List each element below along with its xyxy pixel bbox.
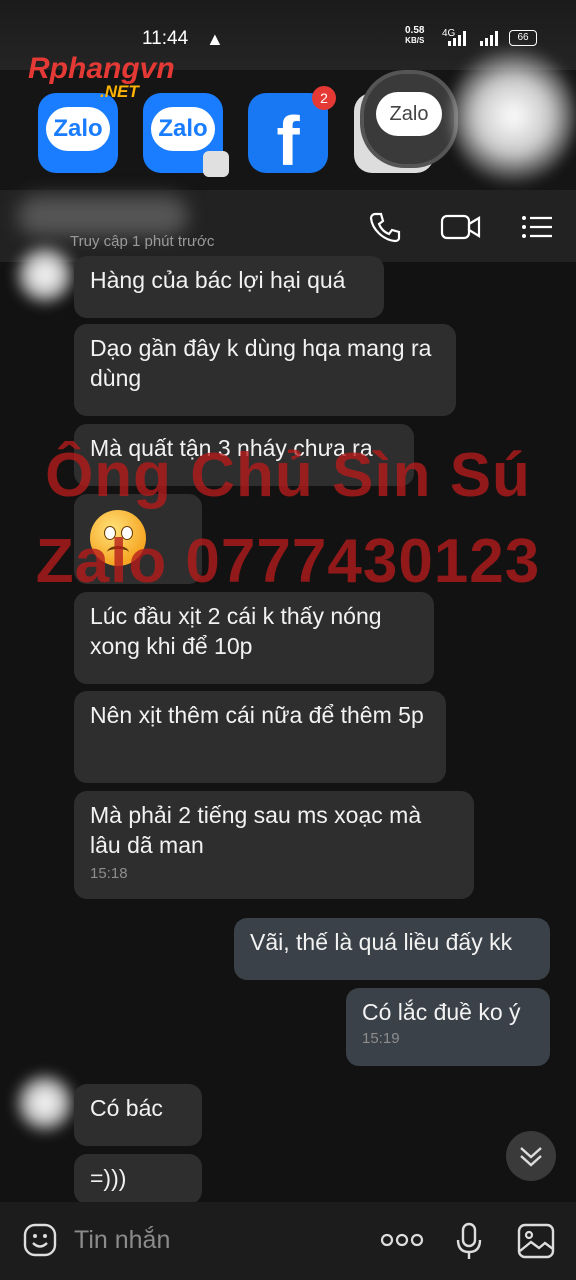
message-bubble-outgoing[interactable]: Vãi, thế là quá liều đấy kk xyxy=(234,918,550,980)
message-text: Có bác xyxy=(90,1095,163,1121)
message-text: Nên xịt thêm cái nữa để thêm 5p xyxy=(90,702,424,728)
message-input[interactable]: Tin nhắn xyxy=(74,1226,170,1255)
message-timestamp: 15:18 xyxy=(90,865,128,882)
sender-avatar[interactable] xyxy=(14,244,76,306)
net-speed-unit: KB/S xyxy=(405,36,425,45)
status-time: 11:44 xyxy=(142,28,189,49)
zalo-app-icon[interactable]: Zalo xyxy=(143,93,229,177)
zalo-app-icon[interactable]: Zalo xyxy=(38,93,118,173)
message-text: Lúc đầu xịt 2 cái k thấy nóng xong khi đ… xyxy=(90,603,382,659)
zalo-bubble-label: Zalo xyxy=(376,92,442,136)
video-call-icon[interactable] xyxy=(440,210,482,244)
phone-icon[interactable] xyxy=(368,210,402,244)
battery-icon: 66 xyxy=(509,30,537,46)
watermark-overlay-line1: Ông Chủ Sìn Sú xyxy=(45,441,531,510)
contact-name-blurred[interactable] xyxy=(18,196,188,236)
message-bubble[interactable]: =))) xyxy=(74,1154,202,1204)
menu-icon[interactable] xyxy=(520,210,554,244)
watermark-overlay-line2: Zalo 0777430123 xyxy=(35,527,541,596)
dual-app-icon xyxy=(203,151,229,177)
zalo-label: Zalo xyxy=(151,107,215,151)
message-bubble[interactable]: Nên xịt thêm cái nữa để thêm 5p xyxy=(74,691,446,783)
message-timestamp: 15:19 xyxy=(362,1030,400,1047)
net-speed-value: 0.58 xyxy=(405,25,425,36)
chat-header: Truy cập 1 phút trước xyxy=(0,190,576,262)
watermark-logo: Rphangvn .NET xyxy=(28,52,175,101)
sender-avatar[interactable] xyxy=(14,1072,76,1134)
more-icon[interactable] xyxy=(380,1232,424,1248)
scroll-to-bottom-button[interactable] xyxy=(506,1131,556,1181)
mic-icon[interactable] xyxy=(454,1222,484,1262)
message-composer: Tin nhắn xyxy=(0,1202,576,1280)
logo-suffix: .NET xyxy=(100,82,139,101)
message-text: Dạo gần đây k dùng hqa mang ra dùng xyxy=(90,335,432,391)
message-text: Có lắc đuề ko ý xyxy=(362,999,521,1025)
message-text: Vãi, thế là quá liều đấy kk xyxy=(250,929,513,955)
message-text: Mà phải 2 tiếng sau ms xoạc mà lâu dã ma… xyxy=(90,802,422,858)
zalo-label: Zalo xyxy=(46,107,110,151)
net-speed: 0.58 KB/S xyxy=(405,26,424,46)
image-icon[interactable] xyxy=(516,1222,556,1260)
message-bubble[interactable]: Lúc đầu xịt 2 cái k thấy nóng xong khi đ… xyxy=(74,592,434,684)
double-chevron-down-icon xyxy=(520,1147,542,1167)
signal-icon-2 xyxy=(478,30,500,46)
message-text: =))) xyxy=(90,1165,127,1191)
message-bubble[interactable]: Dạo gần đây k dùng hqa mang ra dùng xyxy=(74,324,456,416)
blurred-avatar xyxy=(450,46,576,186)
emoji-icon[interactable] xyxy=(22,1222,58,1258)
message-bubble-outgoing[interactable]: Có lắc đuề ko ý 15:19 xyxy=(346,988,550,1066)
message-bubble[interactable]: Hàng của bác lợi hại quá xyxy=(74,256,384,318)
notification-badge: 2 xyxy=(312,86,336,110)
zalo-floating-bubble[interactable]: Zalo xyxy=(360,70,458,168)
message-text: Hàng của bác lợi hại quá xyxy=(90,267,346,293)
last-seen: Truy cập 1 phút trước xyxy=(70,233,215,250)
facebook-label: f xyxy=(276,102,300,173)
message-bubble[interactable]: Có bác xyxy=(74,1084,202,1146)
logo-text: Rphangvn xyxy=(28,52,175,85)
signal-icon xyxy=(446,30,468,46)
warning-icon: ▲ xyxy=(206,29,224,49)
message-bubble[interactable]: Mà phải 2 tiếng sau ms xoạc mà lâu dã ma… xyxy=(74,791,474,899)
